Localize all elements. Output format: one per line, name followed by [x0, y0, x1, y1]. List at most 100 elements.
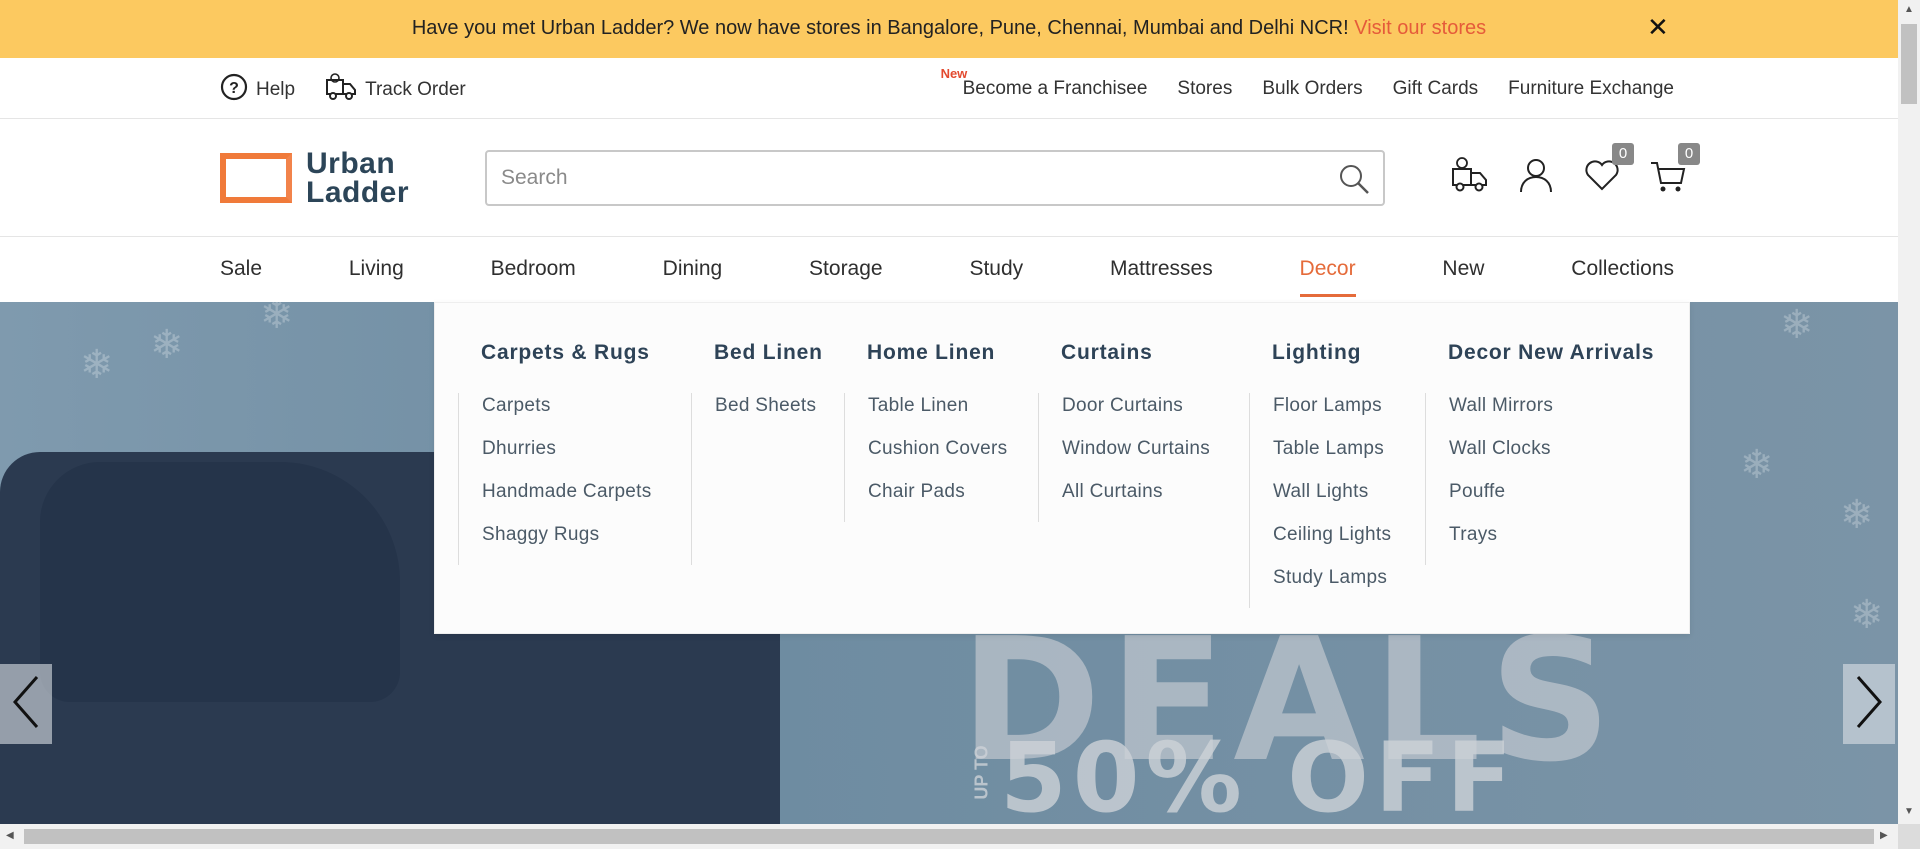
mega-heading[interactable]: Carpets & Rugs: [481, 341, 652, 365]
nav-new[interactable]: New: [1442, 257, 1484, 297]
nav-mattresses[interactable]: Mattresses: [1110, 257, 1213, 297]
scroll-right-icon[interactable]: ▶: [1880, 830, 1888, 841]
mega-link[interactable]: Shaggy Rugs: [482, 522, 652, 565]
logo-line-2: Ladder: [306, 176, 410, 209]
logo-text: Urban Ladder: [306, 147, 410, 209]
announcement-bar: Have you met Urban Ladder? We now have s…: [0, 0, 1898, 58]
mega-link[interactable]: Chair Pads: [868, 479, 1007, 522]
mega-link[interactable]: Handmade Carpets: [482, 479, 652, 522]
track-order-label: Track Order: [365, 79, 466, 100]
logo-line-1: Urban: [306, 147, 396, 180]
mega-link[interactable]: Wall Clocks: [1449, 436, 1654, 479]
mega-link[interactable]: Table Lamps: [1273, 436, 1391, 479]
help-link[interactable]: ? Help: [220, 73, 295, 107]
nav-study[interactable]: Study: [969, 257, 1023, 297]
scroll-up-icon[interactable]: ▲: [1904, 4, 1914, 15]
mega-link[interactable]: Cushion Covers: [868, 436, 1007, 479]
stores-link[interactable]: Stores: [1177, 78, 1232, 100]
snowflake-icon: ❄: [1840, 493, 1874, 537]
mega-heading[interactable]: Curtains: [1061, 341, 1210, 365]
utility-bar: ? Help Track Order New Become a Franchis…: [0, 58, 1898, 119]
scrollbar-corner: [1898, 824, 1920, 849]
truck-icon: [325, 72, 357, 108]
nav-living[interactable]: Living: [349, 257, 404, 297]
search-box: [485, 150, 1385, 206]
mega-link-spacer: [715, 436, 823, 479]
nav-dining[interactable]: Dining: [663, 257, 723, 297]
hero-offer-text: 50% OFF: [1000, 722, 1518, 824]
mega-link[interactable]: Wall Lights: [1273, 479, 1391, 522]
mega-heading[interactable]: Home Linen: [867, 341, 1007, 365]
snowflake-icon: ❄: [80, 343, 114, 387]
mega-column-home-linen: Home Linen Table Linen Cushion Covers Ch…: [844, 341, 1007, 522]
furniture-exchange-link[interactable]: Furniture Exchange: [1508, 78, 1674, 100]
mega-link[interactable]: Door Curtains: [1062, 393, 1210, 436]
close-announcement-button[interactable]: ✕: [1647, 12, 1669, 43]
horizontal-scrollbar[interactable]: ◀ ▶: [0, 824, 1898, 849]
mega-link[interactable]: Table Linen: [868, 393, 1007, 436]
site-header: Urban Ladder 0 0: [0, 119, 1898, 237]
become-franchisee-link[interactable]: New Become a Franchisee: [931, 66, 1148, 100]
wishlist-icon[interactable]: 0: [1582, 143, 1634, 195]
mega-heading[interactable]: Bed Linen: [714, 341, 823, 365]
mega-heading[interactable]: Decor New Arrivals: [1448, 341, 1654, 365]
wishlist-count-badge: 0: [1612, 143, 1634, 165]
snowflake-icon: ❄: [260, 302, 294, 337]
snowflake-icon: ❄: [1850, 593, 1884, 637]
sofa-arm-image: [40, 462, 400, 702]
urban-ladder-logo[interactable]: Urban Ladder: [220, 147, 410, 209]
nav-collections[interactable]: Collections: [1571, 257, 1674, 297]
mega-column-decor-new-arrivals: Decor New Arrivals Wall Mirrors Wall Clo…: [1425, 341, 1654, 565]
horizontal-scroll-thumb[interactable]: [24, 829, 1874, 844]
carousel-next-button[interactable]: [1843, 664, 1895, 744]
cart-count-badge: 0: [1678, 143, 1700, 165]
bulk-orders-link[interactable]: Bulk Orders: [1262, 78, 1362, 100]
nav-bedroom[interactable]: Bedroom: [491, 257, 576, 297]
announcement-text: Have you met Urban Ladder? We now have s…: [0, 17, 1898, 40]
mega-link-spacer: [715, 479, 823, 522]
mega-link[interactable]: Dhurries: [482, 436, 652, 479]
mega-link[interactable]: Floor Lamps: [1273, 393, 1391, 436]
decor-mega-menu: Carpets & Rugs Carpets Dhurries Handmade…: [434, 302, 1690, 634]
logo-mark: [220, 153, 292, 203]
mega-link-spacer: [715, 522, 823, 565]
snowflake-icon: ❄: [1780, 303, 1814, 347]
mega-link[interactable]: Trays: [1449, 522, 1654, 565]
mega-link[interactable]: Study Lamps: [1273, 565, 1391, 608]
snowflake-icon: ❄: [150, 323, 184, 367]
chevron-right-icon: [1854, 675, 1884, 734]
mega-column-curtains: Curtains Door Curtains Window Curtains A…: [1038, 341, 1210, 522]
carousel-prev-button[interactable]: [0, 664, 52, 744]
mega-link[interactable]: Pouffe: [1449, 479, 1654, 522]
gift-cards-link[interactable]: Gift Cards: [1393, 78, 1479, 100]
search-input[interactable]: [487, 152, 1383, 204]
mega-heading[interactable]: Lighting: [1272, 341, 1391, 365]
chevron-left-icon: [11, 675, 41, 734]
track-order-header-icon[interactable]: [1450, 155, 1490, 195]
visit-stores-link[interactable]: Visit our stores: [1354, 17, 1486, 39]
become-franchisee-label: Become a Franchisee: [962, 78, 1148, 99]
track-order-link[interactable]: Track Order: [325, 72, 466, 108]
scroll-down-icon[interactable]: ▼: [1904, 806, 1914, 817]
vertical-scroll-thumb[interactable]: [1901, 24, 1917, 104]
hero-upto-text: UP TO: [971, 745, 992, 800]
mega-column-bed-linen: Bed Linen Bed Sheets: [691, 341, 823, 565]
mega-link[interactable]: Bed Sheets: [715, 393, 823, 436]
nav-decor[interactable]: Decor: [1299, 257, 1356, 297]
svg-text:?: ?: [229, 80, 239, 97]
mega-link[interactable]: All Curtains: [1062, 479, 1210, 522]
mega-link[interactable]: Wall Mirrors: [1449, 393, 1654, 436]
nav-storage[interactable]: Storage: [809, 257, 883, 297]
mega-column-lighting: Lighting Floor Lamps Table Lamps Wall Li…: [1249, 341, 1391, 608]
scroll-left-icon[interactable]: ◀: [6, 830, 14, 841]
mega-link[interactable]: Window Curtains: [1062, 436, 1210, 479]
nav-sale[interactable]: Sale: [220, 257, 262, 297]
vertical-scrollbar[interactable]: ▲ ▼: [1898, 0, 1920, 824]
help-icon: ?: [220, 73, 248, 107]
help-label: Help: [256, 79, 296, 100]
mega-link[interactable]: Carpets: [482, 393, 652, 436]
cart-icon[interactable]: 0: [1648, 143, 1700, 195]
mega-link[interactable]: Ceiling Lights: [1273, 522, 1391, 565]
user-icon[interactable]: [1516, 155, 1556, 195]
search-icon[interactable]: [1337, 162, 1371, 201]
